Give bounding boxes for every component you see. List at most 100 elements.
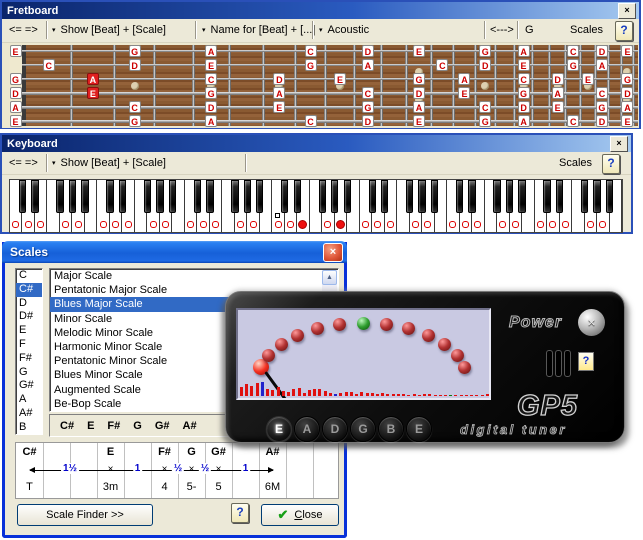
black-key[interactable] (606, 180, 613, 213)
fret-note-G[interactable]: G (129, 115, 141, 127)
scroll-up-icon[interactable]: ▲ (322, 270, 337, 285)
tuner-note-button-E[interactable]: E (406, 416, 432, 442)
black-key[interactable] (593, 180, 600, 213)
width-toggle-button[interactable]: <---> (490, 19, 514, 41)
root-item-A#[interactable]: A# (16, 407, 42, 421)
fret-note-G[interactable]: G (305, 59, 317, 71)
fret-note-D[interactable]: D (205, 101, 217, 113)
black-key[interactable] (381, 180, 388, 213)
close-icon[interactable]: × (323, 243, 343, 262)
black-key[interactable] (543, 180, 550, 213)
fret-note-D[interactable]: D (129, 59, 141, 71)
fret-note-E[interactable]: E (413, 45, 425, 57)
black-key[interactable] (81, 180, 88, 213)
fret-note-E[interactable]: E (10, 115, 22, 127)
fretboard-neck[interactable]: EGACDEGACDECDEGACDEGAGACDEGACDEGDEGACDEG… (9, 45, 638, 126)
fret-note-C[interactable]: C (305, 115, 317, 127)
fret-note-E[interactable]: E (582, 73, 594, 85)
black-key[interactable] (119, 180, 126, 213)
black-key[interactable] (518, 180, 525, 213)
fret-note-E[interactable]: E (621, 115, 633, 127)
black-key[interactable] (69, 180, 76, 213)
black-key[interactable] (581, 180, 588, 213)
close-icon[interactable]: × (610, 136, 628, 152)
fret-note-C[interactable]: C (305, 45, 317, 57)
root-note-list[interactable]: CC#DD#EFF#GG#AA#B (15, 268, 43, 435)
root-item-F#[interactable]: F# (16, 352, 42, 366)
root-item-G[interactable]: G (16, 366, 42, 380)
guitar-string-6[interactable] (22, 120, 638, 123)
fret-note-E-active[interactable]: E (87, 87, 99, 99)
fret-note-E[interactable]: E (552, 101, 564, 113)
scales-titlebar[interactable]: Scales × (2, 241, 347, 263)
instrument-menu-button[interactable]: ▾ Acoustic (319, 19, 369, 41)
guitar-string-2[interactable] (22, 64, 638, 66)
fret-note-D[interactable]: D (479, 59, 491, 71)
tuner-note-button-D[interactable]: D (322, 416, 348, 442)
fret-note-C[interactable]: C (596, 87, 608, 99)
black-key[interactable] (493, 180, 500, 213)
fret-note-D[interactable]: D (596, 45, 608, 57)
fret-note-D[interactable]: D (518, 101, 530, 113)
fretboard-titlebar[interactable]: Fretboard × (2, 2, 639, 19)
fret-note-A[interactable]: A (362, 59, 374, 71)
fret-note-D[interactable]: D (362, 45, 374, 57)
fret-note-C[interactable]: C (436, 59, 448, 71)
fret-note-G[interactable]: G (129, 45, 141, 57)
fret-note-A[interactable]: A (205, 115, 217, 127)
keyboard-titlebar[interactable]: Keyboard × (2, 135, 631, 152)
black-key[interactable] (344, 180, 351, 213)
black-key[interactable] (468, 180, 475, 213)
fret-note-A[interactable]: A (518, 115, 530, 127)
fret-note-E[interactable]: E (518, 59, 530, 71)
fret-note-E[interactable]: E (458, 87, 470, 99)
fret-note-G[interactable]: G (567, 59, 579, 71)
help-icon[interactable]: ? (615, 21, 633, 41)
close-icon[interactable]: × (618, 3, 636, 19)
fret-note-A[interactable]: A (413, 101, 425, 113)
black-key[interactable] (31, 180, 38, 213)
black-key[interactable] (294, 180, 301, 213)
black-key[interactable] (244, 180, 251, 213)
black-key[interactable] (256, 180, 263, 213)
name-menu-button[interactable]: ▾ Name for [Beat] + [...] (202, 19, 315, 41)
black-key[interactable] (418, 180, 425, 213)
tuner-note-button-B[interactable]: B (378, 416, 404, 442)
fret-note-E[interactable]: E (205, 59, 217, 71)
root-item-G#[interactable]: G# (16, 379, 42, 393)
fret-note-G[interactable]: G (10, 73, 22, 85)
root-item-C#[interactable]: C# (16, 283, 42, 297)
black-key[interactable] (281, 180, 288, 213)
fret-note-A[interactable]: A (205, 45, 217, 57)
root-item-A[interactable]: A (16, 393, 42, 407)
fret-note-A[interactable]: A (273, 87, 285, 99)
fret-note-D[interactable]: D (362, 115, 374, 127)
black-key[interactable] (431, 180, 438, 213)
fret-note-A[interactable]: A (458, 73, 470, 85)
fret-note-A[interactable]: A (621, 101, 633, 113)
fret-note-G[interactable]: G (518, 87, 530, 99)
tuner-note-button-A[interactable]: A (294, 416, 320, 442)
show-menu-button[interactable]: ▾ Show [Beat] + [Scale] (52, 152, 166, 174)
show-menu-button[interactable]: ▾ Show [Beat] + [Scale] (52, 19, 166, 41)
fret-note-E[interactable]: E (413, 115, 425, 127)
tuner-note-button-G[interactable]: G (350, 416, 376, 442)
root-item-C[interactable]: C (16, 269, 42, 283)
fret-note-G[interactable]: G (596, 101, 608, 113)
fret-note-G[interactable]: G (362, 101, 374, 113)
black-key[interactable] (194, 180, 201, 213)
fret-note-D[interactable]: D (10, 87, 22, 99)
help-icon[interactable]: ? (231, 503, 249, 523)
fret-note-G[interactable]: G (621, 73, 633, 85)
fret-note-A[interactable]: A (10, 101, 22, 113)
black-key[interactable] (106, 180, 113, 213)
guitar-string-3[interactable] (22, 78, 638, 80)
fret-note-D[interactable]: D (596, 115, 608, 127)
fret-note-C[interactable]: C (567, 115, 579, 127)
close-button[interactable]: ✔ Close (261, 504, 339, 526)
fret-note-C[interactable]: C (362, 87, 374, 99)
scale-finder-button[interactable]: Scale Finder >> (17, 504, 153, 526)
root-item-F[interactable]: F (16, 338, 42, 352)
guitar-string-4[interactable] (22, 92, 638, 95)
fret-note-E[interactable]: E (621, 45, 633, 57)
